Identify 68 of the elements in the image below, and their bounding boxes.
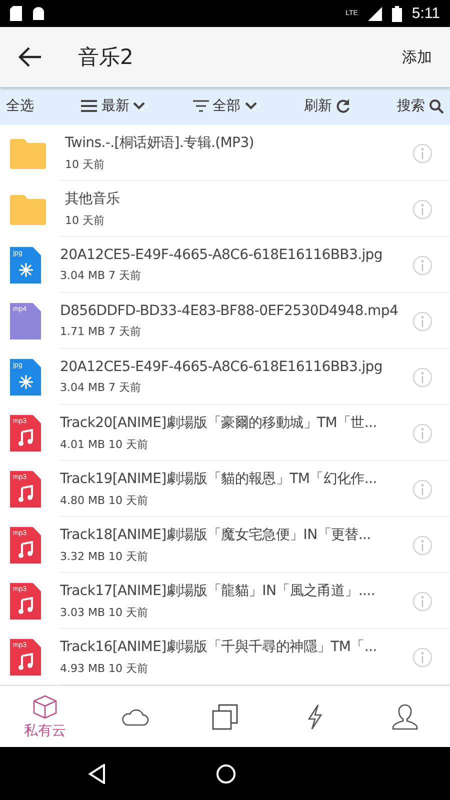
select-all-button[interactable]: 全选 <box>6 97 34 115</box>
file-details: 4.80 MB 10 天前 <box>60 493 150 508</box>
list-icon <box>81 100 98 112</box>
file-name[interactable]: Track16[ANIME]劇場版「千與千尋的神隱」TM「... <box>60 638 407 656</box>
folder-icon <box>10 137 46 169</box>
battery-icon <box>392 6 402 22</box>
info-icon <box>420 260 425 270</box>
info-button[interactable] <box>413 592 432 610</box>
info-button[interactable] <box>413 144 432 162</box>
file-name[interactable]: 20A12CE5-E49F-4665-A8C6-618E16116BB3.jpg <box>60 247 407 263</box>
file-details: 1.71 MB 7 天前 <box>60 324 142 339</box>
file-details: 3.03 MB 10 天前 <box>60 605 150 620</box>
info-button[interactable] <box>413 648 432 666</box>
chevron-down-icon <box>133 102 146 110</box>
file-name[interactable]: 其他音乐 <box>65 190 407 208</box>
back-nav-button[interactable] <box>88 764 106 784</box>
refresh-button[interactable]: 刷新 <box>304 97 350 115</box>
sd-card-icon <box>10 6 22 21</box>
person-icon <box>391 702 419 730</box>
search-button[interactable]: 搜索 <box>397 97 444 115</box>
search-icon <box>429 98 444 114</box>
info-button[interactable] <box>413 480 432 498</box>
chevron-down-icon <box>244 102 256 110</box>
file-details: 3.04 MB 7 天前 <box>60 380 142 395</box>
back-button[interactable] <box>18 47 42 67</box>
file-name[interactable]: Track17[ANIME]劇場版「龍貓」IN「風之甬道」.... <box>60 582 407 600</box>
info-icon <box>420 484 425 494</box>
copy-icon <box>211 702 239 730</box>
info-button[interactable] <box>413 200 432 218</box>
info-icon <box>420 428 425 438</box>
file-name[interactable]: 20A12CE5-E49F-4665-A8C6-618E16116BB3.jpg <box>60 359 407 375</box>
add-button[interactable]: 添加 <box>398 44 436 70</box>
file-name[interactable]: Twins.-.[桐话妍语].专辑.(MP3) <box>65 134 407 152</box>
page-title: 音乐2 <box>78 44 134 71</box>
info-icon <box>420 316 425 326</box>
info-icon <box>420 372 425 382</box>
info-button[interactable] <box>413 256 432 274</box>
file-details: 3.32 MB 10 天前 <box>60 549 150 564</box>
info-button[interactable] <box>413 536 432 554</box>
android-icon <box>32 7 45 20</box>
info-icon <box>420 596 425 606</box>
info-icon <box>420 652 425 662</box>
signal-icon <box>368 6 382 20</box>
file-name[interactable]: D856DDFD-BD33-4E83-BF88-0EF2530D4948.mp4 <box>60 303 407 319</box>
file-details: 3.04 MB 7 天前 <box>60 268 142 283</box>
lightning-icon <box>307 704 323 730</box>
folder-icon <box>10 193 46 225</box>
info-button[interactable] <box>413 368 432 386</box>
info-icon <box>420 540 425 550</box>
file-details: 4.01 MB 10 天前 <box>60 437 150 452</box>
info-button[interactable] <box>413 312 432 330</box>
cube-icon <box>32 694 58 720</box>
file-details: 10 天前 <box>65 157 106 172</box>
info-icon <box>420 204 425 214</box>
file-details: 10 天前 <box>65 213 106 228</box>
info-button[interactable] <box>413 424 432 442</box>
filter-button[interactable]: 全部 <box>192 97 256 115</box>
filter-icon <box>192 100 208 112</box>
file-name[interactable]: Track19[ANIME]劇場版「貓的報恩」TM「幻化作... <box>60 470 407 488</box>
home-nav-button[interactable] <box>216 764 236 784</box>
cloud-icon <box>121 708 149 726</box>
info-icon <box>420 148 425 158</box>
clock: 5:11 <box>412 5 440 22</box>
refresh-icon <box>336 99 350 113</box>
sort-button[interactable]: 最新 <box>81 97 146 115</box>
file-name[interactable]: Track20[ANIME]劇場版「豪爾的移動城」TM「世... <box>60 414 407 432</box>
file-name[interactable]: Track18[ANIME]劇場版「魔女宅急便」IN「更替... <box>60 526 407 544</box>
file-details: 4.93 MB 10 天前 <box>60 661 150 676</box>
